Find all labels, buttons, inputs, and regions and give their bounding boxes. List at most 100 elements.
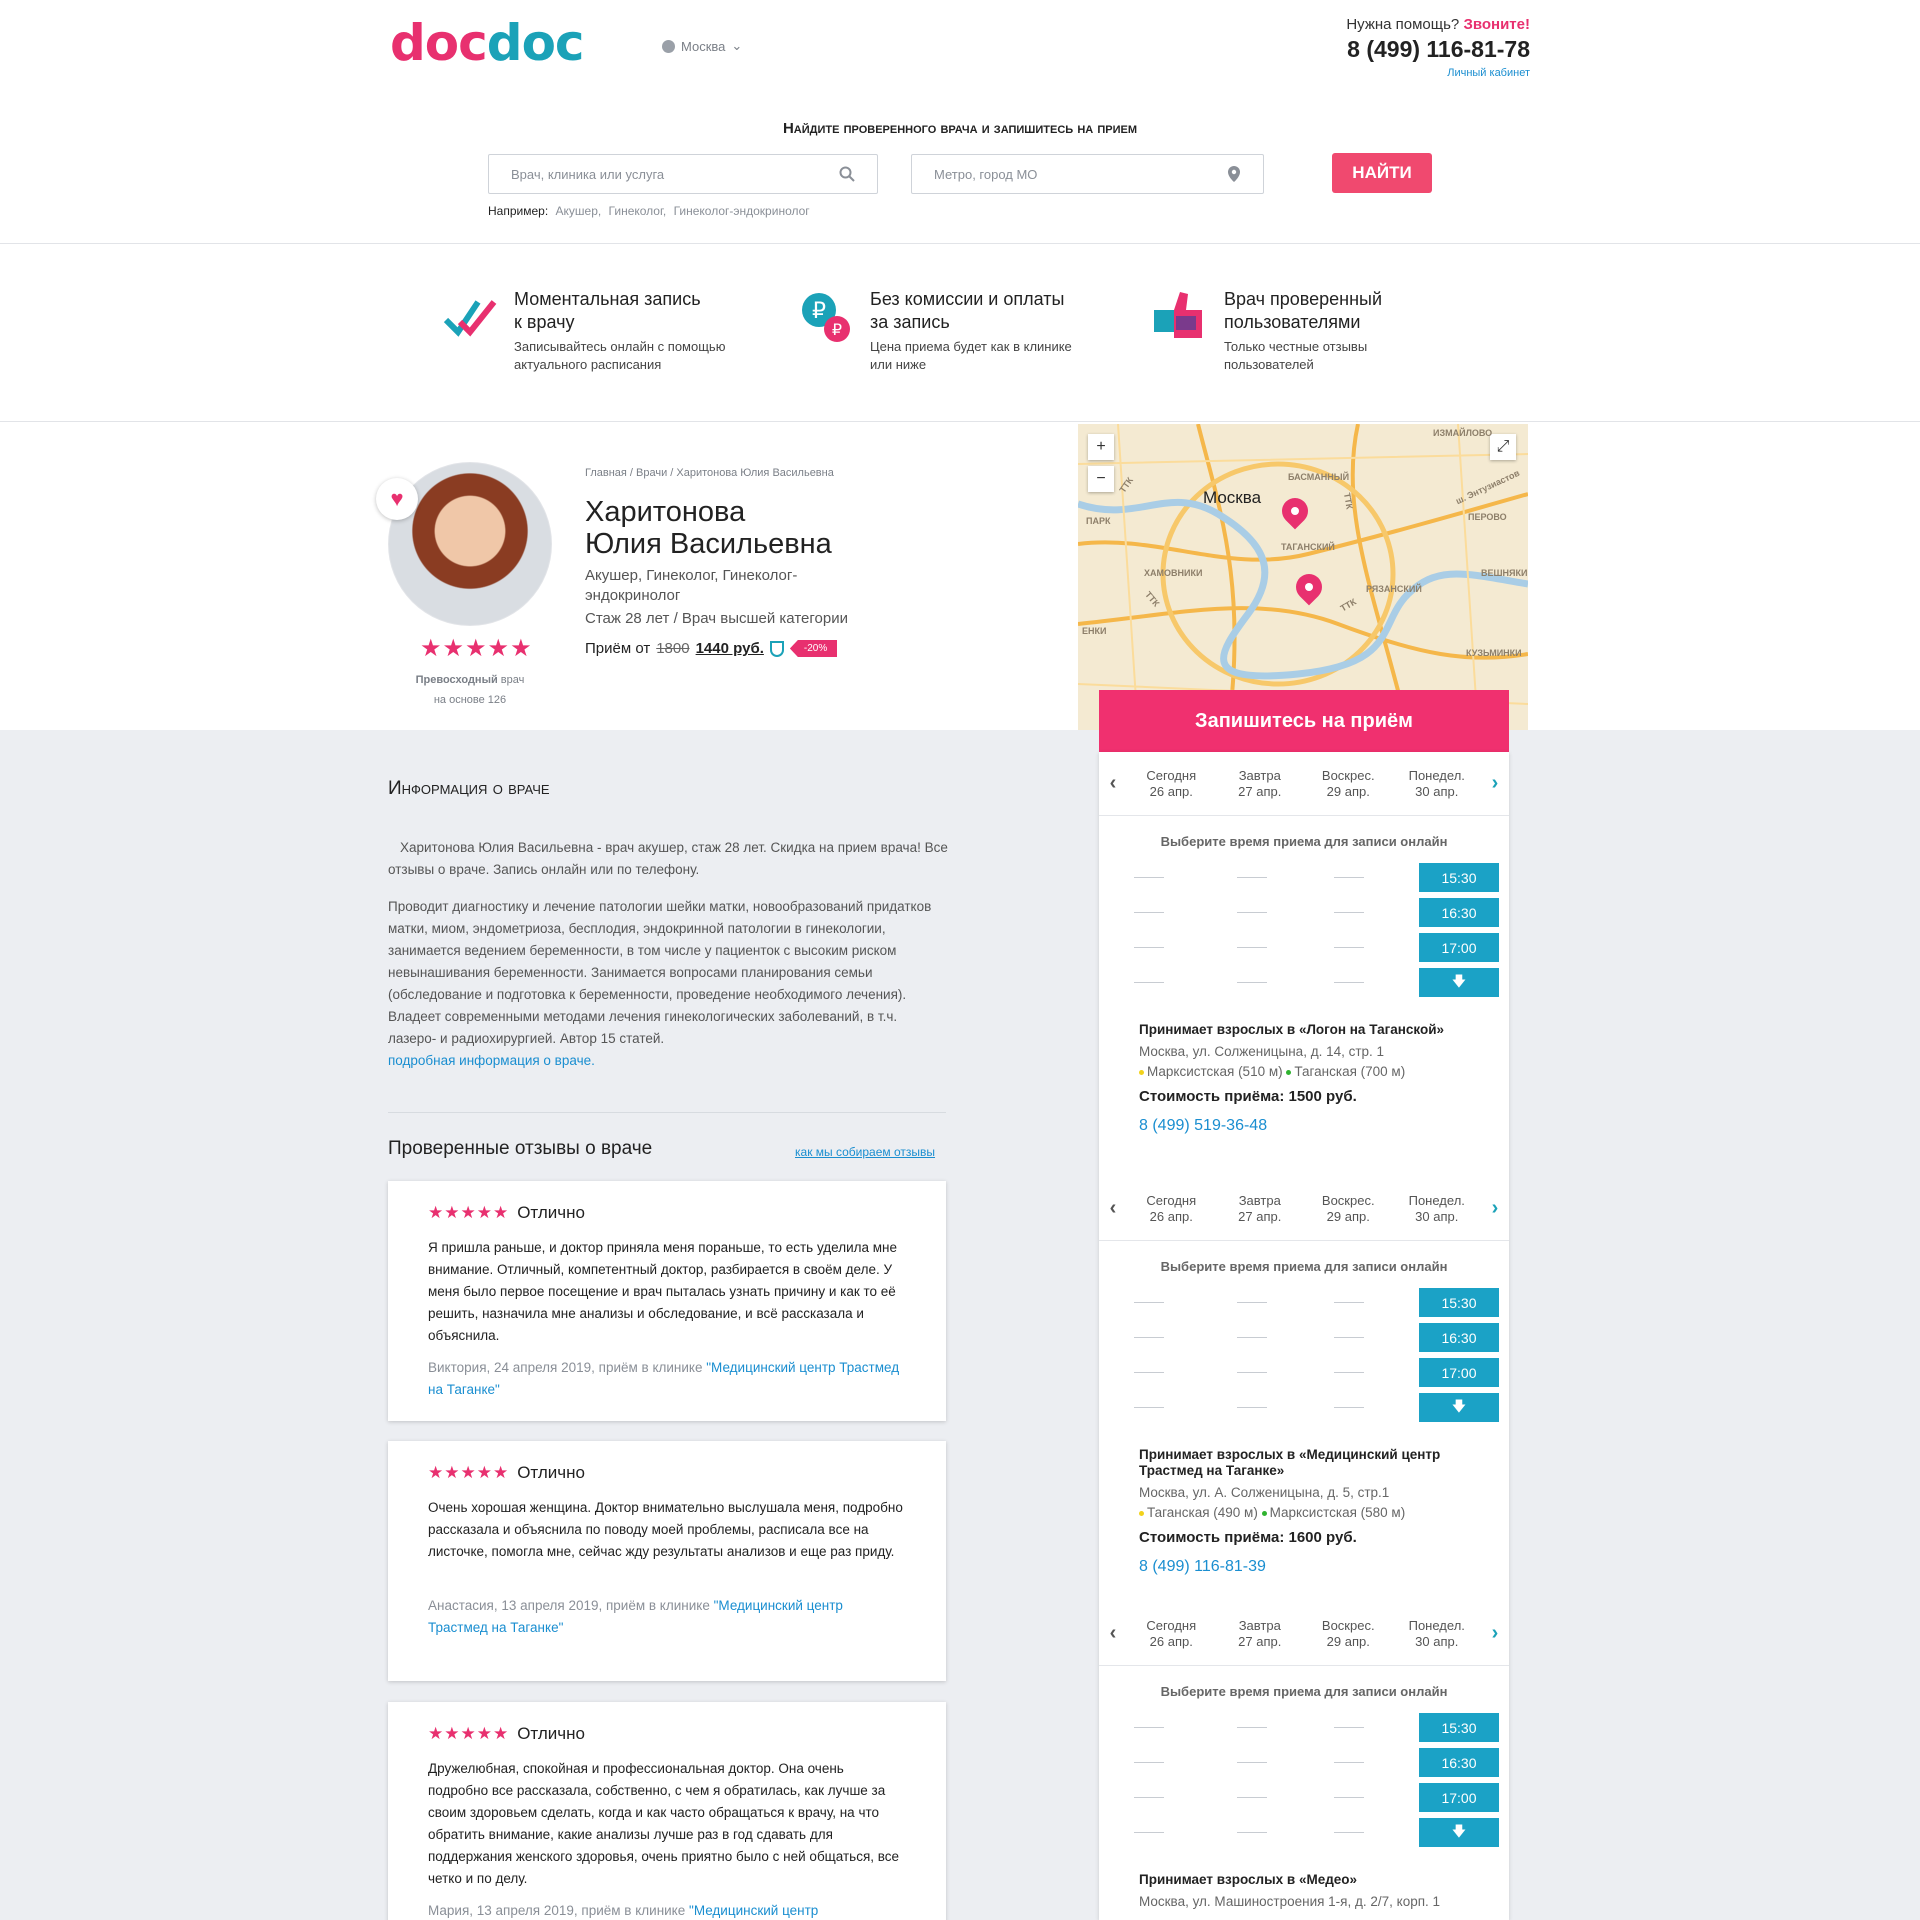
slot-row: 16:30	[1099, 1745, 1509, 1780]
favorite-heart-icon[interactable]: ♥	[376, 478, 418, 520]
slot-row: 17:00	[1099, 930, 1509, 965]
date-tab[interactable]: Завтра 27 апр.	[1216, 1618, 1305, 1650]
feature-text: Только честные отзывы	[1224, 339, 1368, 354]
clinic-info: Принимает взрослых в «Медео» Москва, ул. …	[1139, 1872, 1489, 1912]
feature-title: за запись	[870, 312, 950, 332]
date-tab[interactable]: Сегодня 26 апр.	[1127, 1193, 1216, 1225]
slot-row: 17:00	[1099, 1780, 1509, 1815]
day-date: 27 апр.	[1238, 1208, 1282, 1224]
feature-text: Записывайтесь онлайн с помощью	[514, 339, 726, 354]
breadcrumb[interactable]: Главная / Врачи / Харитонова Юлия Василь…	[585, 467, 834, 479]
svg-text:₽: ₽	[812, 299, 826, 324]
arrow-down-icon[interactable]: 🡇	[1419, 968, 1499, 997]
double-check-icon	[443, 300, 497, 337]
date-tab[interactable]: Воскрес. 29 апр.	[1304, 768, 1393, 800]
time-slot-button[interactable]: 15:30	[1419, 863, 1499, 892]
review-meta: Анастасия, 13 апреля 2019, приём в клини…	[428, 1598, 710, 1613]
clinic-name[interactable]: Принимает взрослых в «Медео»	[1139, 1872, 1489, 1888]
day-date: 29 апр.	[1326, 1633, 1370, 1649]
example-link[interactable]: Акушер,	[556, 204, 602, 218]
review-text: Я пришла раньше, и доктор приняла меня п…	[428, 1240, 897, 1343]
feature-title: к врачу	[514, 312, 575, 332]
day-date: 26 апр.	[1149, 1633, 1193, 1649]
empty-slot	[1237, 947, 1267, 948]
day-date: 30 апр.	[1415, 1208, 1459, 1224]
example-link[interactable]: Гинеколог,	[609, 204, 667, 218]
feature-no-commission: ₽ ₽ Без комиссии и оплаты за запись Цена п…	[798, 288, 1072, 374]
header-phone[interactable]: 8 (499) 116-81-78	[1346, 36, 1530, 63]
clinic-phone-link[interactable]: 8 (499) 519-36-48	[1139, 1117, 1489, 1135]
time-slot-button[interactable]: 15:30	[1419, 1713, 1499, 1742]
clinics-map[interactable]: + − ⤢ Москва ИЗМАЙЛОВО БАСМАННЫЙ ш. Энту…	[1078, 424, 1528, 730]
chevron-right-icon[interactable]: ›	[1481, 1197, 1509, 1220]
discount-badge: -20%	[789, 640, 838, 657]
map-label: БАСМАННЫЙ	[1288, 472, 1350, 482]
time-slot-button[interactable]: 17:00	[1419, 933, 1499, 962]
slot-row: 🡇	[1099, 965, 1509, 1000]
rating-stars: ★★★★★	[420, 635, 533, 662]
map-label: ВЕШНЯКИ	[1481, 568, 1528, 578]
date-tab[interactable]: Сегодня 26 апр.	[1127, 1618, 1216, 1650]
clinic-phone-link[interactable]: 8 (499) 116-81-39	[1139, 1558, 1489, 1576]
docdoc-logo[interactable]: docdoc	[390, 14, 585, 72]
slot-row: 15:30	[1099, 860, 1509, 895]
help-block: Нужна помощь? Звоните! 8 (499) 116-81-78…	[1346, 16, 1530, 79]
doctor-search-input[interactable]: Врач, клиника или услуга	[488, 154, 878, 194]
feature-instant-booking: Моментальная запись к врачу Записывайтесь…	[442, 288, 725, 374]
map-city-label: Москва	[1203, 488, 1262, 507]
empty-slot	[1134, 1337, 1164, 1338]
day-name: Завтра	[1238, 1617, 1281, 1633]
empty-slot	[1237, 1727, 1267, 1728]
day-name: Воскрес.	[1321, 1617, 1375, 1633]
example-link[interactable]: Гинеколог-эндокринолог	[674, 204, 810, 218]
svg-text:₽: ₽	[832, 320, 842, 339]
chevron-left-icon[interactable]: ‹	[1099, 1622, 1127, 1645]
find-button[interactable]: НАЙТИ	[1332, 153, 1432, 193]
clinic-name[interactable]: Принимает взрослых в «Логон на Таганской…	[1139, 1022, 1489, 1038]
personal-cabinet-link[interactable]: Личный кабинет	[1346, 67, 1530, 79]
date-tab[interactable]: Понедел. 30 апр.	[1393, 768, 1482, 800]
doctor-price: Приём от 1800 1440 руб. -20%	[585, 640, 838, 657]
chevron-left-icon[interactable]: ‹	[1099, 772, 1127, 795]
arrow-down-icon[interactable]: 🡇	[1419, 1818, 1499, 1847]
empty-slot	[1134, 947, 1164, 948]
date-tab[interactable]: Понедел. 30 апр.	[1393, 1193, 1482, 1225]
chevron-right-icon[interactable]: ›	[1481, 1622, 1509, 1645]
city-selector[interactable]: Москва ⌄	[662, 38, 742, 54]
info-paragraph-1: Харитонова Юлия Васильевна - врач акушер…	[388, 840, 948, 877]
review-clinic-link[interactable]: "Медицинский центр	[689, 1903, 818, 1918]
empty-slot	[1134, 1832, 1164, 1833]
clinic-name[interactable]: Принимает взрослых в «Медицинский центр …	[1139, 1447, 1489, 1479]
date-tab[interactable]: Завтра 27 апр.	[1216, 1193, 1305, 1225]
time-slot-button[interactable]: 16:30	[1419, 1748, 1499, 1777]
chevron-right-icon[interactable]: ›	[1481, 772, 1509, 795]
feature-text: Цена приема будет как в клинике	[870, 339, 1072, 354]
arrow-down-icon[interactable]: 🡇	[1419, 1393, 1499, 1422]
time-slot-button[interactable]: 16:30	[1419, 1323, 1499, 1352]
chevron-left-icon[interactable]: ‹	[1099, 1197, 1127, 1220]
date-tab[interactable]: Понедел. 30 апр.	[1393, 1618, 1482, 1650]
empty-slot	[1134, 1407, 1164, 1408]
more-info-link[interactable]: подробная информация о враче.	[388, 1053, 595, 1068]
map-expand-icon[interactable]: ⤢	[1490, 434, 1516, 460]
doctor-profile-band	[0, 422, 1920, 730]
help-text: Нужна помощь?	[1346, 16, 1460, 33]
date-tab[interactable]: Завтра 27 апр.	[1216, 768, 1305, 800]
date-tab[interactable]: Сегодня 26 апр.	[1127, 768, 1216, 800]
date-tab[interactable]: Воскрес. 29 апр.	[1304, 1618, 1393, 1650]
how-reviews-collected-link[interactable]: как мы собираем отзывы	[795, 1145, 935, 1159]
metro-search-input[interactable]: Метро, город МО	[911, 154, 1264, 194]
time-slot-button[interactable]: 17:00	[1419, 1358, 1499, 1387]
time-slot-button[interactable]: 17:00	[1419, 1783, 1499, 1812]
empty-slot	[1334, 912, 1364, 913]
empty-slot	[1237, 1832, 1267, 1833]
time-slot-button[interactable]: 16:30	[1419, 898, 1499, 927]
date-tab[interactable]: Воскрес. 29 апр.	[1304, 1193, 1393, 1225]
map-zoom-out-button[interactable]: −	[1088, 466, 1114, 492]
chevron-down-icon: ⌄	[731, 38, 743, 53]
clinic-cost: Стоимость приёма: 1600 руб.	[1139, 1529, 1357, 1546]
map-zoom-in-button[interactable]: +	[1088, 434, 1114, 460]
time-slots: 15:30 16:30 17:00 🡇	[1099, 1710, 1509, 1850]
feature-text: актуального расписания	[514, 357, 662, 372]
time-slot-button[interactable]: 15:30	[1419, 1288, 1499, 1317]
